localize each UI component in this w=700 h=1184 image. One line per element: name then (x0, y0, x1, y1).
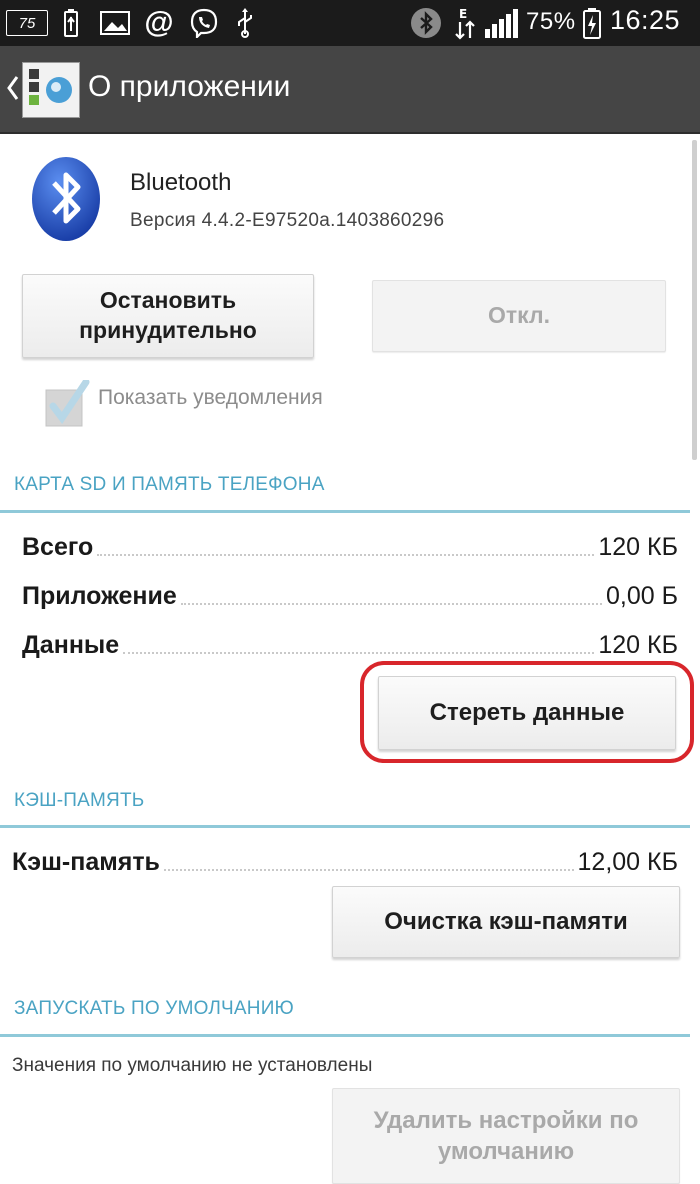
app-name: Bluetooth (130, 169, 232, 196)
row-label: Данные (22, 631, 120, 659)
section-divider (0, 825, 690, 828)
at-sign-icon: @ (144, 6, 174, 39)
storage-row-total: Всего 120 КБ (22, 528, 678, 562)
storage-section-header: КАРТА SD И ПАМЯТЬ ТЕЛЕФОНА (14, 474, 325, 495)
page-title: О приложении (88, 70, 291, 103)
notification-count-badge: 75 (6, 10, 48, 36)
checkbox-checked-icon[interactable] (44, 378, 90, 427)
dotted-leader (180, 603, 602, 605)
usb-battery-icon (58, 8, 84, 38)
viber-icon (188, 8, 220, 38)
row-value: 120 КБ (598, 533, 678, 561)
status-bar: 75 @ E 75% 16:25 (0, 0, 700, 46)
section-divider (0, 1034, 690, 1037)
row-value: 12,00 КБ (577, 848, 678, 876)
bluetooth-app-icon (30, 155, 102, 243)
disable-button[interactable]: Откл. (372, 280, 666, 352)
image-icon (98, 8, 132, 38)
row-value: 0,00 Б (605, 582, 678, 610)
dotted-leader (163, 869, 574, 871)
battery-percent: 75% (526, 8, 576, 35)
row-label: Всего (22, 533, 94, 561)
force-stop-button[interactable]: Остановить принудительно (22, 274, 314, 358)
highlight-ring (360, 661, 694, 763)
dotted-leader (97, 554, 595, 556)
show-notifications-label: Показать уведомления (98, 386, 323, 409)
row-label: Кэш-память (12, 848, 160, 876)
charging-battery-icon (580, 8, 604, 39)
show-notifications-option[interactable]: Показать уведомления (42, 372, 382, 427)
back-button[interactable] (0, 46, 84, 132)
svg-text:E: E (459, 7, 467, 21)
bluetooth-icon (408, 8, 444, 38)
storage-row-data: Данные 120 КБ (22, 626, 678, 660)
action-bar: О приложении (0, 46, 700, 134)
settings-app-icon (22, 62, 80, 118)
row-value: 120 КБ (598, 631, 678, 659)
storage-row-app: Приложение 0,00 Б (22, 577, 678, 611)
dotted-leader (123, 652, 595, 654)
signal-icon (482, 8, 522, 38)
cache-row: Кэш-память 12,00 КБ (12, 843, 678, 877)
chevron-left-icon (6, 74, 20, 102)
scrollbar[interactable] (692, 140, 697, 460)
clear-defaults-button[interactable]: Удалить настройки по умолчанию (332, 1088, 680, 1184)
app-version: Версия 4.4.2-E97520a.1403860296 (130, 210, 445, 231)
launch-default-text: Значения по умолчанию не установлены (12, 1055, 373, 1076)
clear-cache-button[interactable]: Очистка кэш-памяти (332, 886, 680, 958)
usb-icon (232, 8, 258, 38)
clock: 16:25 (610, 5, 681, 35)
cache-section-header: КЭШ-ПАМЯТЬ (14, 790, 145, 811)
row-label: Приложение (22, 582, 177, 610)
launch-default-section-header: ЗАПУСКАТЬ ПО УМОЛЧАНИЮ (14, 998, 294, 1019)
section-divider (0, 510, 690, 513)
e-data-icon: E (452, 7, 478, 40)
